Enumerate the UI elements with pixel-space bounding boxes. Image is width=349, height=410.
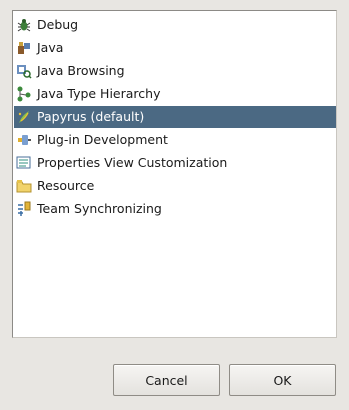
list-item-label: Java Browsing [37, 63, 125, 78]
properties-view-icon [16, 156, 31, 169]
resource-folder-icon [16, 180, 32, 193]
java-type-hierarchy-icon [17, 86, 31, 102]
list-item-java[interactable]: Java [14, 37, 336, 59]
list-item-properties-view-customization[interactable]: Properties View Customization [14, 152, 336, 174]
list-item-label: Resource [37, 178, 95, 193]
java-icon [18, 42, 30, 54]
plugin-development-icon [18, 135, 31, 145]
list-item-java-type-hierarchy[interactable]: Java Type Hierarchy [14, 83, 336, 105]
team-synchronizing-icon [18, 201, 31, 216]
list-item-label: Properties View Customization [37, 155, 228, 170]
list-item-papyrus[interactable]: Papyrus (default) [14, 106, 336, 128]
list-item-debug[interactable]: Debug [14, 14, 336, 36]
cancel-button[interactable]: Cancel [113, 364, 220, 396]
list-item-resource[interactable]: Resource [14, 175, 336, 197]
list-item-label: Papyrus (default) [37, 109, 145, 124]
list-item-plugin-development[interactable]: Plug-in Development [14, 129, 336, 151]
list-item-label: Java [37, 40, 64, 55]
java-browsing-icon [17, 65, 32, 79]
papyrus-icon [18, 111, 29, 123]
open-perspective-dialog: Debug Java Java Browsing Java Type Hiera… [0, 0, 349, 410]
debug-icon [17, 19, 31, 32]
list-item-java-browsing[interactable]: Java Browsing [14, 60, 336, 82]
ok-button[interactable]: OK [229, 364, 336, 396]
list-item-label: Debug [37, 17, 79, 32]
list-item-label: Team Synchronizing [37, 201, 162, 216]
list-item-team-synchronizing[interactable]: Team Synchronizing [14, 198, 336, 220]
perspective-list[interactable]: Debug Java Java Browsing Java Type Hiera… [12, 10, 337, 338]
list-item-label: Java Type Hierarchy [37, 86, 161, 101]
list-item-label: Plug-in Development [37, 132, 168, 147]
